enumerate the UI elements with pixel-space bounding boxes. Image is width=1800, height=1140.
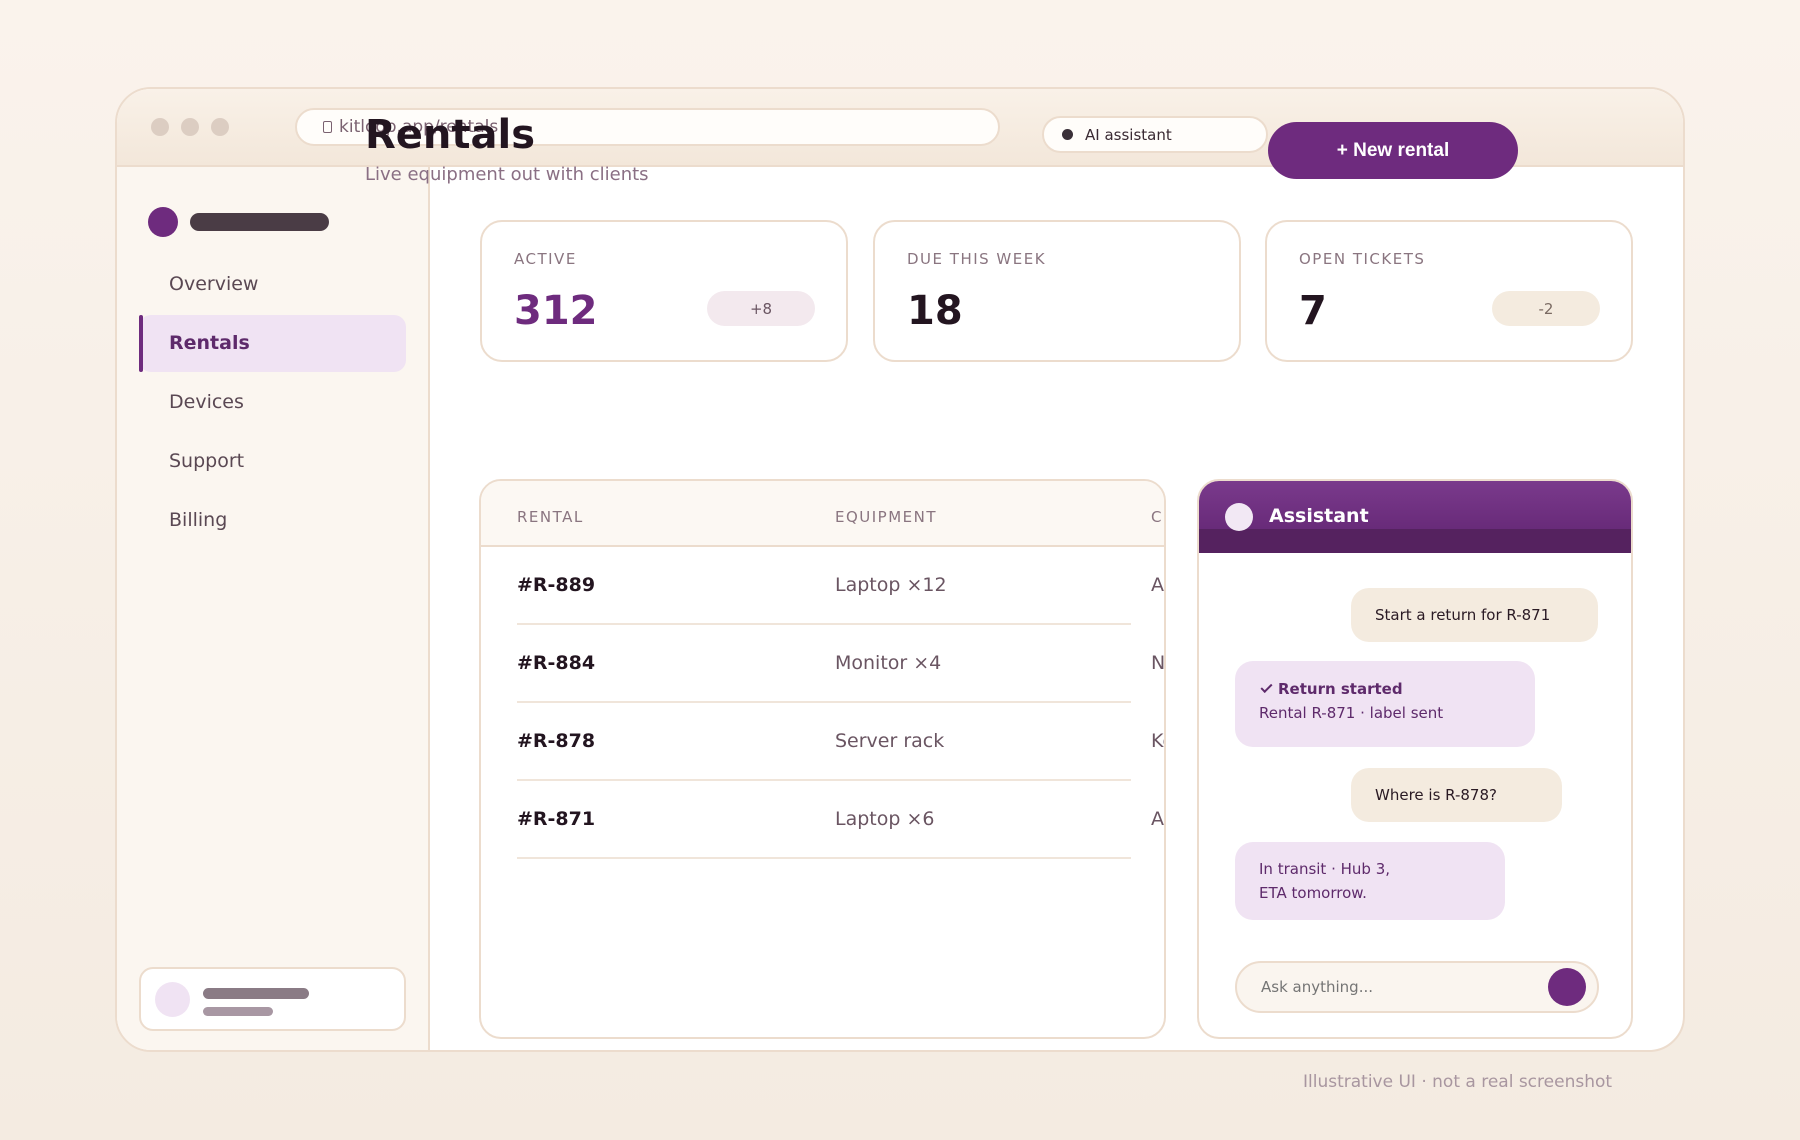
brand-name-placeholder [190,213,329,231]
stat-delta-badge: +8 [707,291,815,326]
chat-message-assistant: In transit · Hub 3, ETA tomorrow. [1235,842,1505,920]
stat-value: 7 [1299,288,1327,334]
rental-id: #R-878 [517,730,596,752]
sidebar-item-rentals[interactable]: Rentals [139,315,406,372]
ai-assistant-label: AI assistant [1085,125,1172,144]
equipment: Laptop ×6 [835,808,935,830]
sidebar-item-label: Support [169,450,245,472]
sidebar-item-devices[interactable]: Devices [139,374,406,431]
message-text: Rental R-871 · label sent [1259,704,1444,722]
column-header-rental[interactable]: RENTAL [517,508,584,526]
column-header-client[interactable]: CLIEN [1151,508,1164,526]
new-rental-button[interactable]: + New rental [1268,122,1518,179]
stat-label: DUE THIS WEEK [907,250,1047,268]
message-title-row: Return started [1259,677,1511,701]
assistant-header: Assistant [1199,481,1631,553]
assistant-avatar-icon [1225,503,1253,531]
sidebar-item-label: Billing [169,509,228,531]
window-close-dot[interactable] [151,118,169,136]
ai-assistant-pill[interactable]: AI assistant [1042,116,1268,153]
stat-value: 312 [514,288,598,334]
stat-card-active: ACTIVE 312 +8 [480,220,848,362]
assistant-title: Assistant [1269,505,1369,527]
client: Kestr [1151,730,1164,752]
assistant-chat-input[interactable] [1235,961,1599,1013]
chat-message-user: Where is R-878? [1351,768,1562,822]
equipment: Server rack [835,730,945,752]
stat-label: OPEN TICKETS [1299,250,1426,268]
table-row[interactable]: #R-884 Monitor ×4 Nadir [517,625,1164,703]
profile-name-placeholder [203,988,309,999]
page-subtitle: Live equipment out with clients [365,164,649,185]
client: Acme [1151,808,1164,830]
stat-card-open-tickets: OPEN TICKETS 7 -2 [1265,220,1633,362]
table-row[interactable]: #R-871 Laptop ×6 Acme [517,781,1164,859]
stat-card-due-this-week: DUE THIS WEEK 18 [873,220,1241,362]
chat-message-assistant: Return started Rental R-871 · label sent [1235,661,1535,747]
check-icon [1260,680,1273,694]
footnote: Illustrative UI · not a real screenshot [1303,1072,1613,1092]
chat-message-user: Start a return for R-871 [1351,588,1598,642]
stat-label: ACTIVE [514,250,577,268]
rental-id: #R-889 [517,574,596,596]
status-dot-icon [1062,129,1073,140]
sidebar-item-overview[interactable]: Overview [139,256,406,313]
brand-logo-icon [148,207,178,237]
assistant-panel: Assistant Start a return for R-871 Retur… [1197,479,1633,1039]
table-row[interactable]: #R-889 Laptop ×12 Acme [517,547,1164,625]
profile-role-placeholder [203,1007,273,1016]
sidebar-item-billing[interactable]: Billing [139,492,406,549]
stat-value: 18 [907,288,963,334]
sidebar: Overview Rentals Devices Support Billing [117,167,430,1050]
table-row[interactable]: #R-878 Server rack Kestr [517,703,1164,781]
rental-id: #R-871 [517,808,596,830]
window-maximize-dot[interactable] [211,118,229,136]
sidebar-item-label: Rentals [169,332,250,354]
sidebar-item-support[interactable]: Support [139,433,406,490]
lock-icon [323,121,332,133]
message-title: Return started [1278,680,1403,698]
assistant-header-band [1199,529,1631,553]
message-text-line: In transit · Hub 3, [1259,860,1391,878]
message-text: Where is R-878? [1375,786,1497,804]
user-profile-card[interactable] [139,967,406,1031]
sidebar-item-label: Devices [169,391,244,413]
avatar [155,982,190,1017]
send-button[interactable] [1548,968,1586,1006]
message-text-line: ETA tomorrow. [1259,884,1367,902]
stat-delta-badge: -2 [1492,291,1600,326]
equipment: Laptop ×12 [835,574,947,596]
client: Nadir [1151,652,1166,674]
client: Acme [1151,574,1164,596]
table-header: RENTAL EQUIPMENT CLIEN [481,481,1164,547]
rental-id: #R-884 [517,652,596,674]
column-header-equipment[interactable]: EQUIPMENT [835,508,937,526]
window-minimize-dot[interactable] [181,118,199,136]
rentals-table: RENTAL EQUIPMENT CLIEN #R-889 Laptop ×12… [479,479,1166,1039]
sidebar-item-label: Overview [169,273,259,295]
page-title: Rentals [365,112,536,158]
message-text: Start a return for R-871 [1375,606,1551,624]
equipment: Monitor ×4 [835,652,942,674]
